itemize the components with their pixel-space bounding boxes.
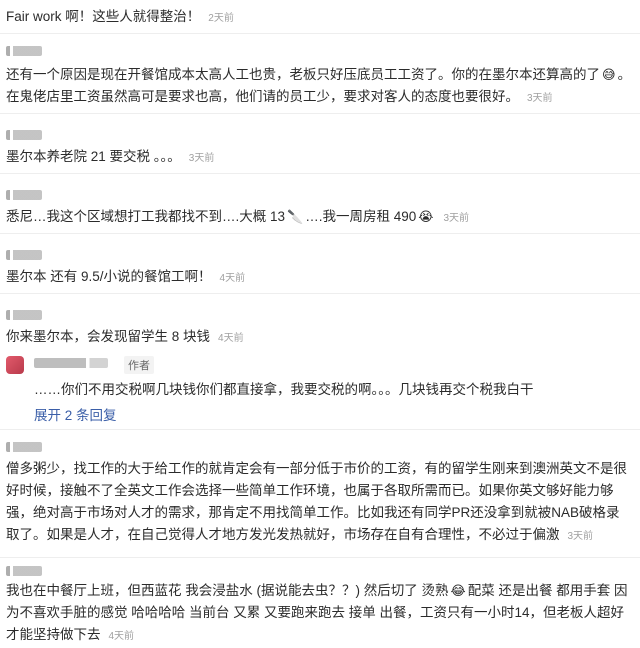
comment-body: 我也在中餐厅上班，但西蓝花 我会浸盐水 (据说能去虫？？) 然后切了 烫熟 😂 配菜…: [6, 580, 632, 648]
comment-body: 悉尼…我这个区域想打工我都找不到….大概 13 🔪 ….我一周房租 490 😭 3天前: [6, 206, 632, 230]
username-redacted: [6, 566, 42, 576]
knife-emoji-icon: 🔪: [287, 209, 304, 225]
comment-time: 3天前: [188, 153, 215, 164]
crying-face-emoji-icon: 😭: [418, 209, 434, 225]
comment-text: 还有一个原因是现在开餐馆成本太高人工也贵，老板只好压底员工工资了。你的在墨尔本还…: [6, 67, 600, 82]
comment-text: 悉尼…我这个区域想打工我都找不到….大概 13: [6, 209, 286, 224]
author-reply: 作者 ……你们不用交税啊几块钱你们都直接拿，我要交税的啊。。。几块钱再交个税我白…: [6, 356, 632, 426]
username-redacted: [6, 442, 42, 452]
comment-item: 我也在中餐厅上班，但西蓝花 我会浸盐水 (据说能去虫？？) 然后切了 烫熟 😂 配菜…: [0, 558, 640, 642]
comment-text: 我也在中餐厅上班，但西蓝花 我会浸盐水 (据说能去虫？？) 然后切了 烫熟: [6, 583, 449, 598]
username-redacted: [6, 46, 42, 56]
comment-item: 僧多粥少，找工作的大于给工作的就肯定会有一部分低于市价的工资，有的留学生刚来到澳…: [0, 430, 640, 558]
comment-time: 2天前: [208, 13, 234, 24]
comment-item: 悉尼…我这个区域想打工我都找不到….大概 13 🔪 ….我一周房租 490 😭 3天前: [0, 174, 640, 234]
comment-time: 3天前: [443, 213, 470, 224]
username-redacted: [6, 310, 42, 320]
reply-username-redacted: [34, 358, 108, 368]
comment-text: 墨尔本养老院 21 要交税 。。。: [6, 149, 181, 164]
comment-text: 墨尔本 还有 9.5/小说的餐馆工啊！: [6, 269, 212, 284]
comment-feed: Fair work 啊！这些人就得整治！ 2天前 还有一个原因是现在开餐馆成本太高…: [0, 0, 640, 642]
expand-replies-link[interactable]: 展开 2 条回复: [34, 404, 117, 424]
comment-time: 3天前: [527, 93, 553, 105]
avatar[interactable]: [6, 356, 24, 374]
comment-body: Fair work 啊！这些人就得整治！ 2天前: [6, 6, 632, 30]
comment-text: 你来墨尔本，会发现留学生 8 块钱: [6, 329, 211, 344]
comment-item: 墨尔本 还有 9.5/小说的餐馆工啊！ 4天前: [0, 234, 640, 294]
comment-time: 3天前: [567, 531, 594, 542]
comment-time: 4天前: [219, 273, 246, 284]
comment-body: 墨尔本 还有 9.5/小说的餐馆工啊！ 4天前: [6, 266, 632, 290]
author-badge: 作者: [124, 356, 154, 374]
comment-time: 4天前: [218, 333, 244, 344]
username-redacted: [6, 190, 42, 200]
comment-item: 还有一个原因是现在开餐馆成本太高人工也贵，老板只好压底员工工资了。你的在墨尔本还…: [0, 34, 640, 114]
comment-text: 僧多粥少，找工作的大于给工作的就肯定会有一部分低于市价的工资，有的留学生刚来到澳…: [6, 461, 627, 542]
comment-body: 你来墨尔本，会发现留学生 8 块钱 4天前: [6, 326, 632, 350]
comment-text-continued: ….我一周房租 490: [305, 209, 417, 224]
comment-body: 还有一个原因是现在开餐馆成本太高人工也贵，老板只好压底员工工资了。你的在墨尔本还…: [6, 64, 632, 110]
comment-time: 4天前: [108, 631, 135, 643]
reply-text: ……你们不用交税啊几块钱你们都直接拿，我要交税的啊。。。几块钱再交个税我白干: [34, 382, 534, 397]
comment-item: 墨尔本养老院 21 要交税 。。。 3天前: [0, 114, 640, 174]
username-redacted: [6, 250, 42, 260]
username-redacted: [6, 130, 42, 140]
comment-item: 你来墨尔本，会发现留学生 8 块钱 4天前 作者 ……你们不用交税啊几块钱你们都直…: [0, 294, 640, 430]
sweat-smile-emoji-icon: 😅: [602, 67, 616, 83]
comment-body: 墨尔本养老院 21 要交税 。。。 3天前: [6, 146, 632, 170]
comment-item: Fair work 啊！这些人就得整治！ 2天前: [0, 0, 640, 34]
comment-body: 僧多粥少，找工作的大于给工作的就肯定会有一部分低于市价的工资，有的留学生刚来到澳…: [6, 458, 632, 548]
laughing-tears-emoji-icon: 😂: [450, 583, 466, 599]
comment-text: Fair work 啊！这些人就得整治！: [6, 9, 201, 24]
